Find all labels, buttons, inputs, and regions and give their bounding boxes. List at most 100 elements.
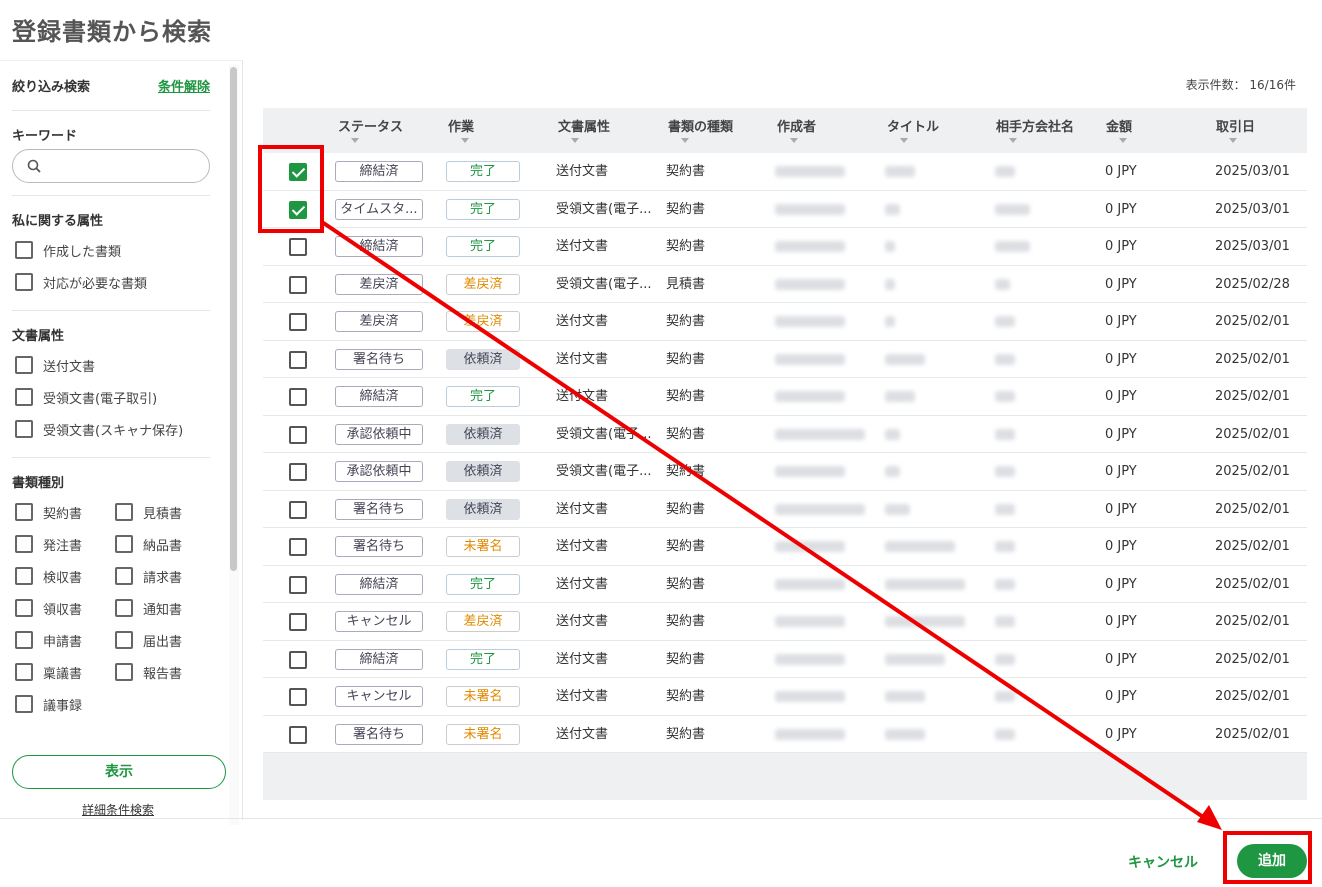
row-checkbox[interactable] [289,725,307,744]
table-row[interactable]: 署名待ち 未署名 送付文書 契約書 0 JPY 2025/02/01 [263,528,1307,566]
table-row[interactable]: 承認依頼中 依頼済 受領文書(電子... 契約書 0 JPY 2025/02/01 [263,453,1307,491]
checkbox[interactable] [15,567,33,585]
table-row[interactable]: キャンセル 未署名 送付文書 契約書 0 JPY 2025/02/01 [263,678,1307,716]
sort-caret-icon[interactable] [571,138,579,143]
sort-caret-icon[interactable] [1229,138,1237,143]
column-header[interactable]: 作成者 [777,116,816,135]
clear-conditions-link[interactable]: 条件解除 [158,76,210,95]
sort-caret-icon[interactable] [461,138,469,143]
table-row[interactable]: 署名待ち 未署名 送付文書 契約書 0 JPY 2025/02/01 [263,715,1307,753]
checkbox[interactable] [15,241,33,259]
checkbox[interactable] [15,388,33,406]
row-checkbox[interactable] [289,238,307,256]
cancel-button[interactable]: キャンセル [1128,852,1198,872]
doc-type-option[interactable]: 領収書 [12,592,112,624]
show-button[interactable]: 表示 [12,755,226,789]
doc-type-option[interactable]: 請求書 [112,560,210,592]
table-row[interactable]: 署名待ち 依頼済 送付文書 契約書 0 JPY 2025/02/01 [263,490,1307,528]
table-row[interactable]: 署名待ち 依頼済 送付文書 契約書 0 JPY 2025/02/01 [263,340,1307,378]
personal-option[interactable]: 作成した書類 [12,234,210,266]
sort-caret-icon[interactable] [900,138,908,143]
amount-cell: 0 JPY [1105,651,1137,667]
checkbox[interactable] [115,567,133,585]
doc-type-option[interactable]: 発注書 [12,528,112,560]
row-checkbox[interactable] [289,613,307,631]
checkbox-label: 見積書 [143,506,183,522]
filter-header: 絞り込み検索 条件解除 [12,61,210,111]
table-row[interactable]: 締結済 完了 送付文書 契約書 0 JPY 2025/02/01 [263,565,1307,603]
work-badge: 完了 [446,161,520,182]
sort-caret-icon[interactable] [1119,138,1127,143]
row-checkbox[interactable] [289,538,307,556]
author-redacted [775,616,845,627]
row-checkbox[interactable] [289,388,307,406]
column-header[interactable]: 相手方会社名 [996,116,1074,135]
keyword-search-box[interactable] [12,149,210,183]
doc-type-option[interactable]: 稟議書 [12,656,112,688]
doc-type-option[interactable]: 届出書 [112,624,210,656]
doc-type-option[interactable]: 納品書 [112,528,210,560]
sort-caret-icon[interactable] [790,138,798,143]
column-header[interactable]: 書類の種類 [668,116,733,135]
sort-caret-icon[interactable] [681,138,689,143]
checkbox[interactable] [115,631,133,649]
row-checkbox[interactable] [289,313,307,331]
column-header[interactable]: ステータス [338,116,403,135]
checkbox[interactable] [15,535,33,553]
table-row[interactable]: 承認依頼中 依頼済 受領文書(電子... 契約書 0 JPY 2025/02/01 [263,415,1307,453]
table-row[interactable]: タイムスタ... 完了 受領文書(電子... 契約書 0 JPY 2025/03/01 [263,190,1307,228]
row-checkbox[interactable] [289,275,307,294]
column-header[interactable]: 作業 [448,116,474,135]
row-checkbox[interactable] [289,463,307,481]
checkbox[interactable] [15,663,33,681]
advanced-search-link[interactable]: 詳細条件検索 [0,801,236,818]
doc-type-option[interactable]: 検収書 [12,560,112,592]
row-checkbox[interactable] [289,500,307,519]
doc-type-cell: 契約書 [666,726,706,742]
checkbox[interactable] [115,663,133,681]
sidebar-scrollbar[interactable] [229,65,239,825]
checkbox[interactable] [15,356,33,374]
table-row[interactable]: 差戻済 差戻済 受領文書(電子... 見積書 0 JPY 2025/02/28 [263,265,1307,303]
doc-attr-option[interactable]: 受領文書(スキャナ保存) [12,413,210,445]
doc-attr-option[interactable]: 送付文書 [12,349,210,381]
checkbox[interactable] [115,599,133,617]
column-header[interactable]: 取引日 [1216,116,1255,135]
checkbox[interactable] [15,599,33,617]
checkbox[interactable] [115,535,133,553]
personal-option[interactable]: 対応が必要な書類 [12,266,210,298]
doc-attr-option[interactable]: 受領文書(電子取引) [12,381,210,413]
checkbox[interactable] [15,695,33,713]
row-checkbox[interactable] [289,650,307,669]
doc-type-option[interactable]: 申請書 [12,624,112,656]
row-checkbox[interactable] [289,425,307,444]
title-redacted [885,541,955,552]
doc-type-option[interactable]: 報告書 [112,656,210,688]
table-row[interactable]: 締結済 完了 送付文書 契約書 0 JPY 2025/03/01 [263,153,1307,191]
table-row[interactable]: キャンセル 差戻済 送付文書 契約書 0 JPY 2025/02/01 [263,603,1307,641]
keyword-input[interactable] [49,156,199,176]
row-checkbox[interactable] [289,688,307,706]
sort-caret-icon[interactable] [1009,138,1017,143]
row-checkbox[interactable] [289,350,307,369]
author-redacted [775,203,845,215]
doc-type-option[interactable]: 見積書 [112,496,210,528]
sort-caret-icon[interactable] [351,138,359,143]
row-checkbox[interactable] [289,575,307,594]
checkbox[interactable] [15,273,33,291]
doc-type-option[interactable]: 通知書 [112,592,210,624]
sidebar-scroll-thumb[interactable] [230,67,237,571]
table-row[interactable]: 差戻済 差戻済 送付文書 契約書 0 JPY 2025/02/01 [263,303,1307,341]
table-row[interactable]: 締結済 完了 送付文書 契約書 0 JPY 2025/03/01 [263,228,1307,266]
checkbox[interactable] [15,503,33,521]
checkbox[interactable] [115,503,133,521]
table-row[interactable]: 締結済 完了 送付文書 契約書 0 JPY 2025/02/01 [263,378,1307,416]
doc-type-option[interactable]: 契約書 [12,496,112,528]
doc-type-option[interactable]: 議事録 [12,688,112,720]
column-header[interactable]: 金額 [1106,116,1132,135]
column-header[interactable]: 文書属性 [558,116,610,135]
column-header[interactable]: タイトル [887,116,939,135]
checkbox[interactable] [15,420,33,438]
table-row[interactable]: 締結済 完了 送付文書 契約書 0 JPY 2025/02/01 [263,640,1307,678]
checkbox[interactable] [15,631,33,649]
